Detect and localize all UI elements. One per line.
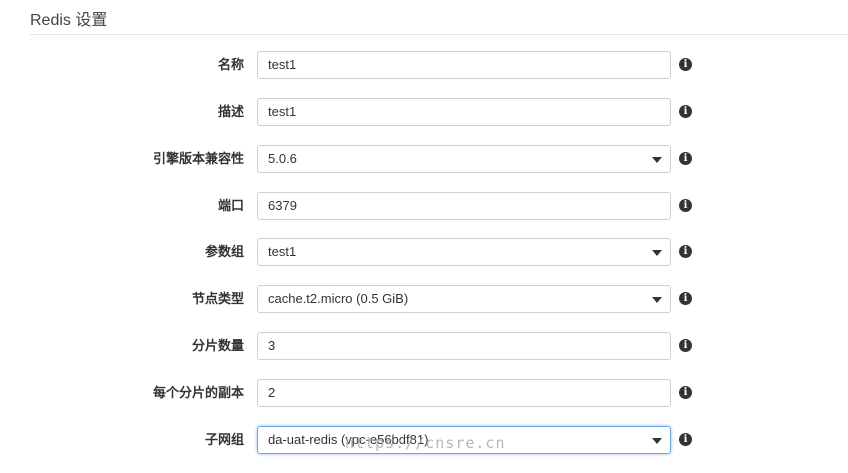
watermark: https://cnsre.cn [345,434,506,452]
node-type-label: 节点类型 [191,291,244,306]
info-icon[interactable]: i [679,386,692,399]
chevron-down-icon [652,250,662,256]
name-field[interactable] [257,51,671,79]
form-row-port: 端口 i [0,192,848,220]
subnet-group-label: 子网组 [204,432,244,447]
info-icon[interactable]: i [679,292,692,305]
description-field[interactable] [257,98,671,126]
info-icon[interactable]: i [679,339,692,352]
info-icon[interactable]: i [679,58,692,71]
port-field[interactable] [257,192,671,220]
description-input[interactable] [268,99,658,125]
engine-version-select[interactable]: 5.0.6 [257,145,671,173]
chevron-down-icon [652,438,662,444]
form-row-engine-version: 引擎版本兼容性 5.0.6 i [0,145,848,173]
form-row-node-type: 节点类型 cache.t2.micro (0.5 GiB) i [0,285,848,313]
node-type-select[interactable]: cache.t2.micro (0.5 GiB) [257,285,671,313]
engine-version-label: 引擎版本兼容性 [152,151,244,166]
info-icon[interactable]: i [679,433,692,446]
description-label: 描述 [217,104,244,119]
parameter-group-value: test1 [268,244,297,259]
port-label: 端口 [217,198,244,213]
info-icon[interactable]: i [679,245,692,258]
name-label: 名称 [217,57,244,72]
info-icon[interactable]: i [679,199,692,212]
shard-count-label: 分片数量 [191,338,244,353]
parameter-group-select[interactable]: test1 [257,238,671,266]
chevron-down-icon [652,297,662,303]
form-row-name: 名称 i [0,51,848,79]
section-title: Redis 设置 [30,12,108,29]
port-input[interactable] [268,193,658,219]
section-divider [30,34,848,35]
node-type-value: cache.t2.micro (0.5 GiB) [268,291,409,306]
chevron-down-icon [652,157,662,163]
info-icon[interactable]: i [679,152,692,165]
replicas-per-shard-label: 每个分片的副本 [152,385,244,400]
replicas-per-shard-field[interactable] [257,379,671,407]
info-icon[interactable]: i [679,105,692,118]
form-row-parameter-group: 参数组 test1 i [0,238,848,266]
parameter-group-label: 参数组 [204,244,244,259]
replicas-per-shard-input[interactable] [268,380,658,406]
form-row-description: 描述 i [0,98,848,126]
form-row-replicas-per-shard: 每个分片的副本 i [0,379,848,407]
name-input[interactable] [268,52,658,78]
form-row-shard-count: 分片数量 i [0,332,848,360]
shard-count-field[interactable] [257,332,671,360]
engine-version-value: 5.0.6 [268,151,297,166]
shard-count-input[interactable] [268,333,658,359]
